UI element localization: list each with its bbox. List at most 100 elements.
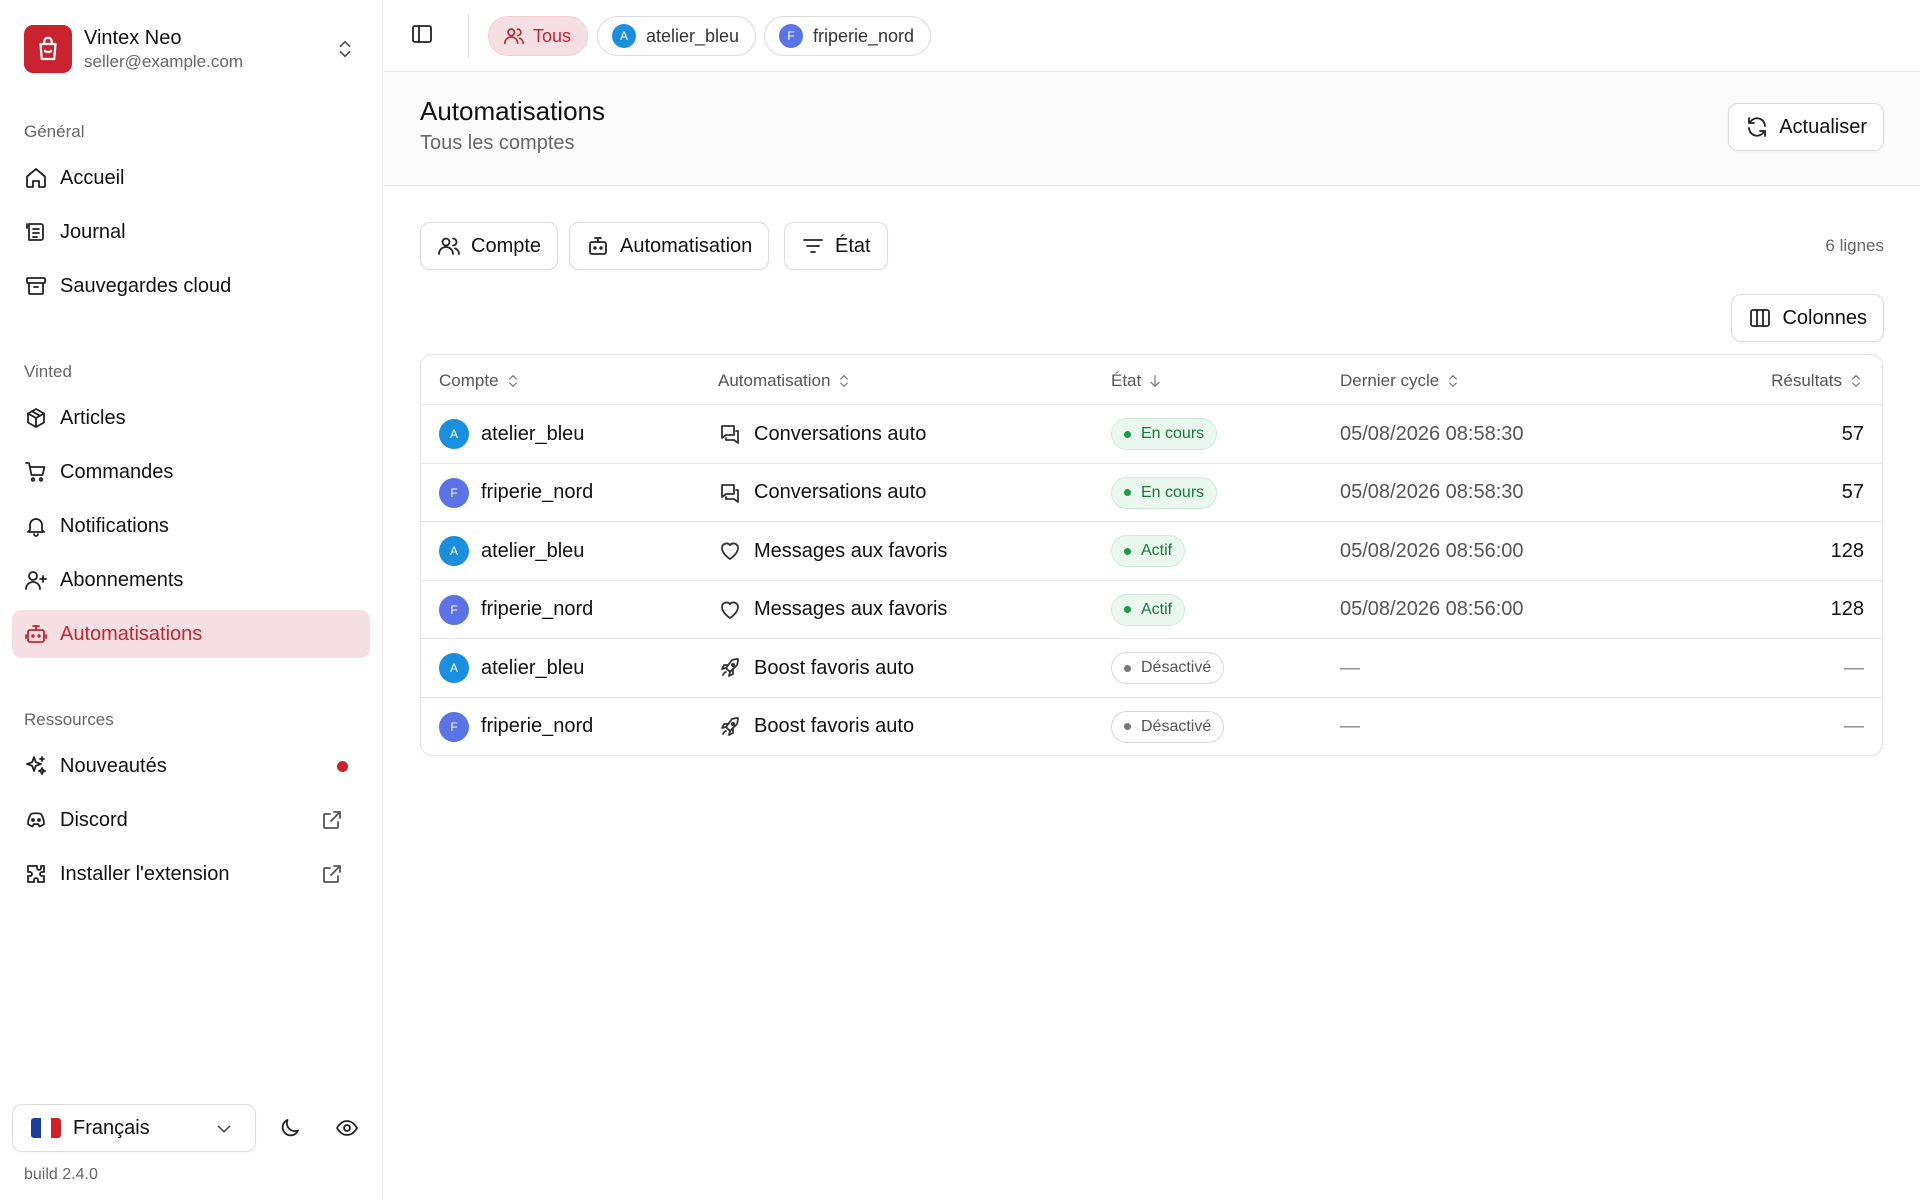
filter-state-button[interactable]: État: [784, 222, 888, 270]
language-select[interactable]: Français: [12, 1104, 256, 1152]
rocket-icon: [721, 716, 739, 736]
status-badge: Actif: [1111, 593, 1186, 626]
results-cell: 128: [1830, 598, 1864, 620]
table-row[interactable]: A atelier_bleu Conversations auto En cou…: [421, 405, 1882, 464]
table-header: Compte Automatisation État Dernier cycle…: [421, 355, 1882, 405]
table-body: A atelier_bleu Conversations auto En cou…: [421, 405, 1882, 756]
sort-icon: [508, 375, 517, 387]
page-header: Automatisations Tous les comptes Actuali…: [384, 72, 1920, 186]
avatar: F: [439, 477, 469, 508]
avatar: A: [439, 536, 469, 566]
last-cycle-cell: —: [1340, 656, 1360, 679]
shopping-bag-logo-icon: [24, 25, 72, 73]
user-plus-icon: [25, 571, 47, 590]
account-chip-tous[interactable]: Tous: [488, 16, 589, 56]
sidebar-item-abonnements[interactable]: Abonnements: [12, 556, 370, 604]
automations-table: Compte Automatisation État Dernier cycle…: [420, 354, 1883, 756]
table-row[interactable]: F friperie_nord Messages aux favoris Act…: [421, 581, 1882, 639]
account-switcher[interactable]: Vintex Neo seller@example.com: [24, 22, 364, 76]
state-cell: En cours: [1111, 464, 1218, 522]
account-name: friperie_nord: [481, 481, 594, 503]
sidebar-item-label: Discord: [60, 808, 128, 831]
sidebar-item-commandes[interactable]: Commandes: [12, 448, 370, 496]
panel-left-icon: [412, 25, 432, 43]
dark-mode-toggle[interactable]: [275, 1113, 305, 1143]
column-header-compte[interactable]: Compte: [439, 371, 521, 391]
section-label-vinted: Vinted: [24, 362, 72, 381]
sidebar-item-articles[interactable]: Articles: [12, 394, 370, 442]
chat-icon: [721, 425, 739, 444]
filter-label: Compte: [471, 234, 542, 257]
sidebar-item-automatisations[interactable]: Automatisations: [12, 610, 370, 658]
avatar: A: [612, 24, 636, 48]
state-cell: Désactivé: [1111, 698, 1225, 756]
column-header-dernier-cycle[interactable]: Dernier cycle: [1340, 371, 1461, 391]
filter-automation-button[interactable]: Automatisation: [569, 222, 770, 270]
sidebar-item-sauvegardes-cloud[interactable]: Sauvegardes cloud: [12, 262, 370, 310]
account-chip-atelier-bleu[interactable]: A atelier_bleu: [597, 16, 757, 56]
language-label: Français: [73, 1116, 150, 1139]
account-chip-friperie-nord[interactable]: F friperie_nord: [764, 16, 932, 56]
chat-icon: [721, 483, 739, 503]
bell-icon: [27, 518, 45, 537]
account-cell: A atelier_bleu: [439, 405, 584, 463]
sidebar: Vintex Neo seller@example.com Général Ac…: [0, 0, 383, 1200]
filter-lines-icon: [803, 239, 823, 253]
results-cell: 128: [1830, 539, 1864, 562]
visibility-toggle[interactable]: [332, 1113, 362, 1143]
status-label: En cours: [1141, 425, 1205, 442]
account-cell: A atelier_bleu: [439, 639, 584, 697]
account-cell: A atelier_bleu: [439, 522, 584, 580]
state-cell: Désactivé: [1111, 639, 1225, 697]
account-name: atelier_bleu: [481, 539, 585, 562]
avatar: A: [439, 419, 469, 449]
status-badge: Désactivé: [1111, 710, 1225, 743]
new-indicator-dot: [337, 761, 348, 772]
archive-icon: [26, 277, 46, 295]
filter-account-button[interactable]: Compte: [420, 222, 559, 270]
sparkles-icon: [26, 756, 46, 775]
status-dot: [1124, 606, 1131, 613]
row-count: 6 lignes: [1825, 236, 1884, 255]
account-name: atelier_bleu: [481, 656, 585, 679]
brand-name: Vintex Neo: [84, 27, 182, 49]
refresh-button[interactable]: Actualiser: [1728, 103, 1884, 151]
automation-cell: Conversations auto: [718, 464, 926, 522]
sidebar-item-accueil[interactable]: Accueil: [12, 154, 370, 202]
sidebar-toggle-button[interactable]: [410, 22, 434, 46]
status-badge: En cours: [1111, 476, 1218, 509]
filter-label: État: [835, 234, 871, 257]
journal-icon: [26, 223, 44, 241]
table-row[interactable]: A atelier_bleu Messages aux favoris Acti…: [421, 522, 1882, 581]
sidebar-item-discord[interactable]: Discord: [12, 796, 370, 844]
automation-name: Messages aux favoris: [754, 598, 948, 620]
users-icon: [504, 28, 524, 45]
automation-name: Messages aux favoris: [754, 539, 948, 562]
section-label-general: Général: [24, 122, 85, 141]
table-row[interactable]: A atelier_bleu Boost favoris auto Désact…: [421, 639, 1882, 698]
sidebar-item-journal[interactable]: Journal: [12, 208, 370, 256]
sidebar-item-label: Sauvegardes cloud: [60, 274, 232, 297]
sidebar-item-installer-extension[interactable]: Installer l'extension: [12, 850, 370, 898]
table-row[interactable]: F friperie_nord Boost favoris auto Désac…: [421, 698, 1882, 756]
status-badge: Désactivé: [1111, 652, 1225, 684]
refresh-icon: [1748, 117, 1767, 137]
arrow-down-icon: [1150, 375, 1160, 387]
sidebar-item-notifications[interactable]: Notifications: [12, 502, 370, 550]
automation-cell: Messages aux favoris: [718, 581, 947, 639]
status-badge: Actif: [1111, 535, 1186, 567]
column-header-resultats[interactable]: Résultats: [1771, 371, 1864, 391]
table-row[interactable]: F friperie_nord Conversations auto En co…: [421, 464, 1882, 522]
heart-icon: [721, 601, 739, 619]
account-cell: F friperie_nord: [439, 464, 593, 522]
account-name: friperie_nord: [481, 598, 594, 620]
column-header-automatisation[interactable]: Automatisation: [718, 371, 852, 391]
account-cell: F friperie_nord: [439, 581, 593, 639]
sidebar-item-label: Abonnements: [60, 568, 184, 591]
columns-button[interactable]: Colonnes: [1731, 294, 1884, 342]
sort-icon: [1449, 375, 1458, 387]
column-header-etat[interactable]: État: [1111, 371, 1163, 391]
sidebar-item-nouveautes[interactable]: Nouveautés: [12, 742, 370, 790]
chip-label: friperie_nord: [813, 25, 915, 46]
eye-icon: [336, 1120, 358, 1136]
